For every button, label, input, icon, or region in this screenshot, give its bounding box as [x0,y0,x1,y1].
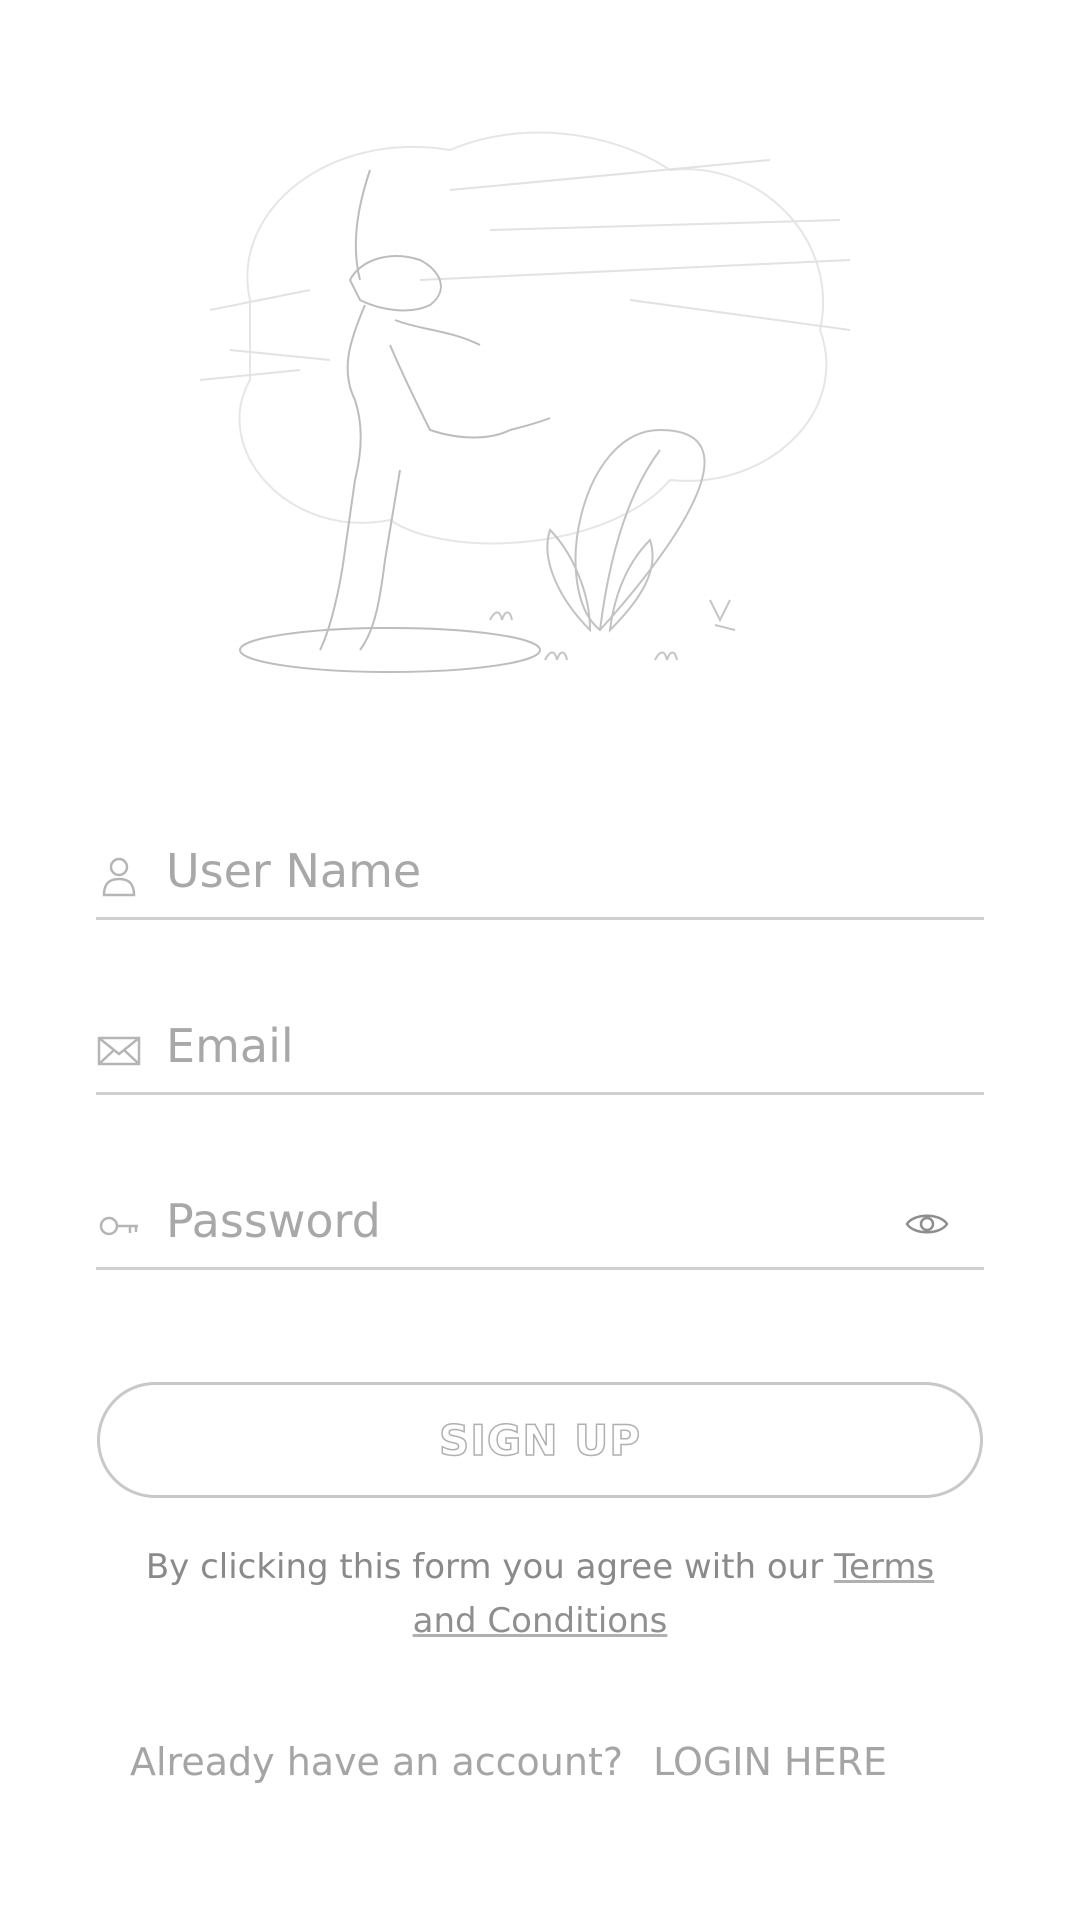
terms-notice: By clicking this form you agree with our… [140,1540,940,1648]
terms-prefix: By clicking this form you agree with our [145,1547,824,1587]
envelope-icon [96,1028,142,1074]
email-input[interactable] [166,1014,866,1078]
signup-screen: SIGN UP By clicking this form you agree … [0,0,1080,1920]
signup-button[interactable]: SIGN UP [97,1382,983,1498]
user-icon [96,853,142,899]
dancing-woman-illustration [190,130,910,690]
email-field [96,995,984,1095]
username-field [96,820,984,920]
username-input[interactable] [166,839,866,903]
login-prompt: Already have an account? LOGIN HERE [130,1740,1010,1784]
password-input[interactable] [166,1189,866,1253]
login-prompt-text: Already have an account? [130,1740,624,1784]
password-field [96,1170,984,1270]
key-icon [96,1203,142,1249]
eye-icon[interactable] [904,1207,950,1241]
login-here-link[interactable]: LOGIN HERE [653,1740,887,1784]
